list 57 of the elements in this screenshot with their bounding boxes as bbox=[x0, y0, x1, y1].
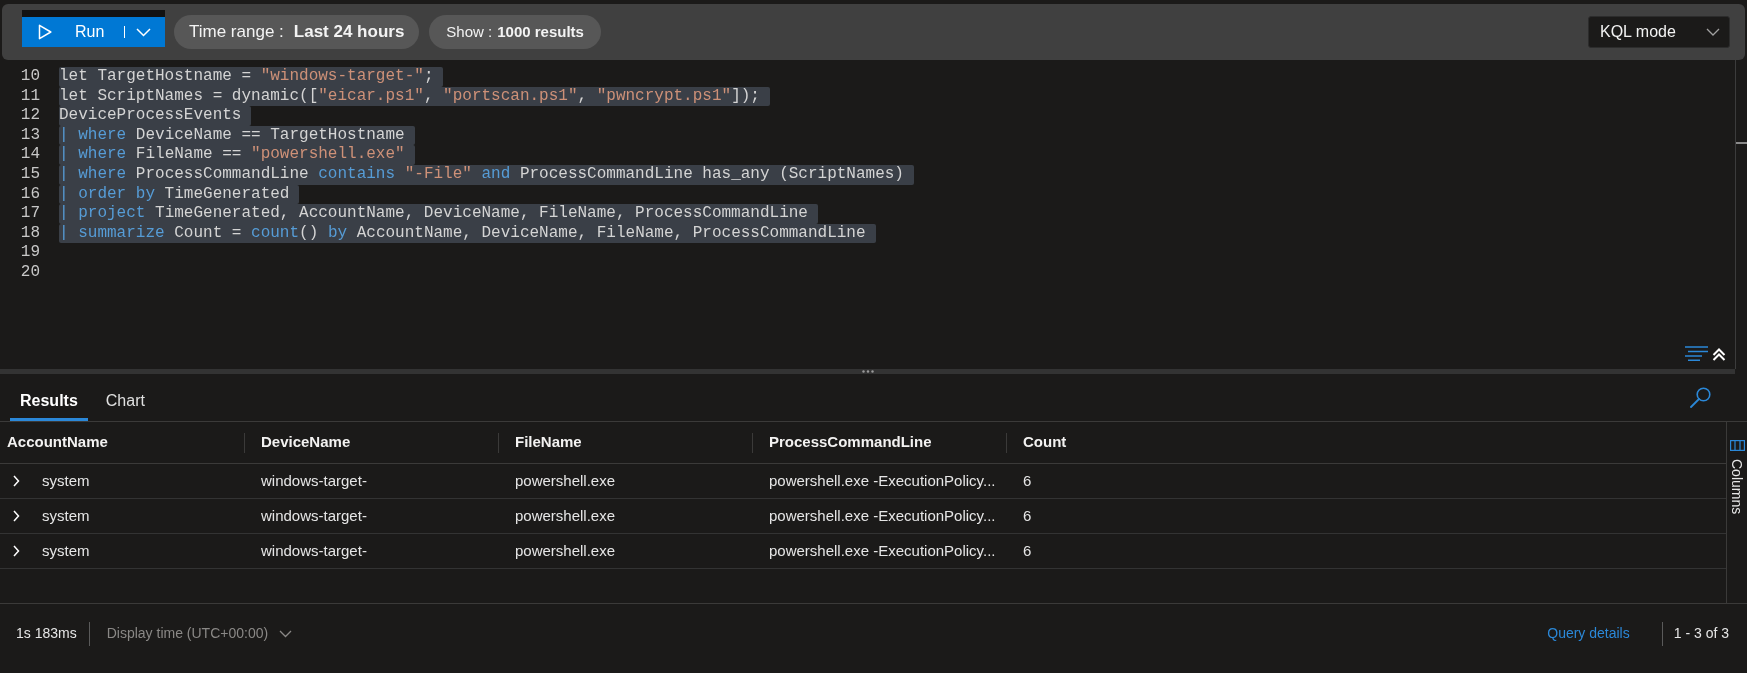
columns-panel-button[interactable]: Columns bbox=[1726, 422, 1747, 603]
tab[interactable]: Results bbox=[10, 383, 88, 421]
query-details-link[interactable]: Query details bbox=[1547, 623, 1630, 644]
chevron-down-icon bbox=[279, 629, 293, 638]
column-header[interactable]: FileName bbox=[515, 431, 582, 454]
grip-icon bbox=[861, 370, 874, 373]
line-number: 14 bbox=[19, 145, 40, 165]
line-number: 15 bbox=[19, 164, 40, 185]
run-options-button[interactable] bbox=[124, 17, 165, 47]
double-chevron-up-icon[interactable] bbox=[1712, 348, 1726, 361]
scrollbar-marker bbox=[1736, 142, 1747, 144]
table-cell-text: powershell.exe bbox=[515, 505, 616, 526]
table-cell-text: system bbox=[42, 540, 90, 561]
table-cell-text: powershell.exe -ExecutionPolicy... bbox=[769, 505, 996, 526]
time-range-button[interactable]: Time range : Last 24 hours bbox=[174, 15, 420, 49]
editor-scrollbar[interactable] bbox=[1735, 60, 1747, 369]
chevron-down-icon bbox=[1706, 28, 1720, 36]
column-header[interactable]: AccountName bbox=[7, 431, 108, 454]
line-number: 13 bbox=[19, 125, 40, 146]
line-number: 19 bbox=[19, 243, 40, 263]
columns-icon bbox=[1729, 440, 1745, 451]
column-header[interactable]: Count bbox=[1023, 431, 1067, 454]
lines-icon[interactable] bbox=[1685, 346, 1708, 361]
column-header[interactable]: ProcessCommandLine bbox=[769, 431, 932, 454]
run-button[interactable]: Run bbox=[22, 17, 124, 47]
line-number: 11 bbox=[19, 86, 40, 107]
table-cell-text: powershell.exe -ExecutionPolicy... bbox=[769, 540, 996, 561]
search-icon[interactable] bbox=[1690, 387, 1711, 408]
line-number: 10 bbox=[19, 67, 40, 87]
chevron-right-icon[interactable] bbox=[12, 510, 20, 522]
table-cell-text: windows-target- bbox=[261, 505, 367, 526]
table-cell-text: windows-target- bbox=[261, 470, 367, 491]
table-cell-text: 6 bbox=[1023, 470, 1032, 491]
chevron-right-icon[interactable] bbox=[12, 475, 20, 487]
table-cell-text: system bbox=[42, 470, 90, 491]
tab[interactable]: Chart bbox=[95, 383, 155, 421]
line-number: 18 bbox=[19, 223, 40, 244]
mode-dropdown[interactable]: KQL mode bbox=[1588, 16, 1730, 48]
table-cell-text: windows-target- bbox=[261, 540, 367, 561]
chevron-right-icon[interactable] bbox=[12, 545, 20, 557]
table-cell-text: system bbox=[42, 505, 90, 526]
line-number: 12 bbox=[19, 106, 40, 126]
table-cell-text: 6 bbox=[1023, 505, 1032, 526]
table-cell-text: powershell.exe bbox=[515, 470, 616, 491]
table-cell-text: powershell.exe bbox=[515, 540, 616, 561]
line-number: 16 bbox=[19, 184, 40, 205]
column-header[interactable]: DeviceName bbox=[261, 431, 351, 454]
result-range: 1 - 3 of 3 bbox=[1673, 624, 1729, 643]
line-number: 17 bbox=[19, 204, 40, 224]
table-cell-text: 6 bbox=[1023, 540, 1032, 561]
result-limit-button[interactable]: Show : 1000 results bbox=[429, 15, 601, 49]
play-icon bbox=[38, 24, 52, 40]
query-duration: 1s 183ms bbox=[16, 624, 77, 643]
table-cell-text: powershell.exe -ExecutionPolicy... bbox=[769, 470, 996, 491]
line-number: 20 bbox=[19, 262, 40, 283]
display-time-dropdown[interactable]: Display time (UTC+00:00) bbox=[106, 623, 293, 644]
chevron-down-icon bbox=[136, 27, 151, 37]
